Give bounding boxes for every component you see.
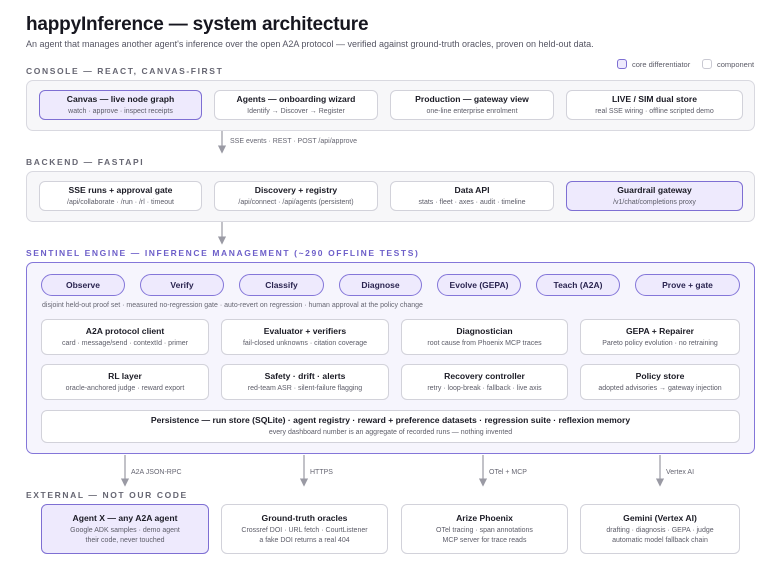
box-title: Arize Phoenix: [456, 512, 513, 523]
backend-sse-box: SSE runs + approval gate /api/collaborat…: [39, 181, 202, 211]
box-subtitle: adopted advisories → gateway injection: [598, 384, 722, 392]
box-title: Diagnostician: [456, 325, 513, 336]
box-title: A2A protocol client: [85, 325, 165, 336]
backend-section-label: BACKEND — FASTAPI: [26, 157, 145, 167]
connector-label-https: HTTPS: [310, 469, 333, 476]
sentinel-policy-store-box: Policy store adopted advisories → gatewa…: [580, 364, 740, 400]
box-title: GEPA + Repairer: [625, 325, 695, 336]
console-canvas-box: Canvas — live node graph watch · approve…: [39, 90, 202, 120]
box-subtitle: watch · approve · inspect receipts: [68, 107, 173, 115]
box-subtitle: red-team ASR · silent-failure flagging: [247, 384, 363, 392]
external-gemini-box: Gemini (Vertex AI) drafting · diagnosis …: [580, 504, 740, 554]
sentinel-persistence-box: Persistence — run store (SQLite) · agent…: [41, 410, 740, 443]
external-section-label: EXTERNAL — NOT OUR CODE: [26, 490, 188, 500]
box-title: Data API: [454, 184, 490, 195]
box-subtitle: every dashboard number is an aggregate o…: [268, 429, 513, 437]
pipeline-prove-gate: Prove + gate: [635, 274, 740, 296]
box-subtitle: Pareto policy evolution · no retraining: [602, 339, 718, 347]
box-subtitle: stats · fleet · axes · audit · timeline: [418, 198, 526, 206]
box-subtitle-2: a fake DOI returns a real 404: [259, 537, 350, 544]
console-section-label: CONSOLE — REACT, CANVAS-FIRST: [26, 66, 224, 76]
box-title: LIVE / SIM dual store: [612, 93, 697, 104]
external-oracles-box: Ground-truth oracles Crossref DOI · URL …: [221, 504, 388, 554]
external-agent-x-box: Agent X — any A2A agent Google ADK sampl…: [41, 504, 209, 554]
box-subtitle: card · message/send · contextId · primer: [61, 339, 189, 347]
box-subtitle: retry · loop-break · fallback · live axi…: [427, 384, 542, 392]
box-subtitle-2: MCP server for trace reads: [442, 537, 527, 544]
box-subtitle: Google ADK samples · demo agent: [70, 526, 180, 534]
box-title: SSE runs + approval gate: [68, 184, 173, 195]
box-title: Discovery + registry: [254, 184, 338, 195]
sentinel-evaluator-box: Evaluator + verifiers fail-closed unknow…: [221, 319, 389, 355]
box-title: Agent X — any A2A agent: [72, 512, 178, 523]
sentinel-section-label: SENTINEL ENGINE — INFERENCE MANAGEMENT (…: [26, 248, 420, 258]
box-subtitle: real SSE wiring · offline scripted demo: [595, 107, 714, 115]
pipeline-observe: Observe: [41, 274, 125, 296]
connector-label-otel: OTel + MCP: [489, 469, 527, 476]
connector-label-a2a: A2A JSON-RPC: [131, 469, 182, 476]
backend-discovery-box: Discovery + registry /api/connect · /api…: [214, 181, 378, 211]
box-subtitle: /v1/chat/completions proxy: [613, 198, 696, 206]
box-title: Guardrail gateway: [617, 184, 692, 195]
pipeline-note: disjoint held-out proof set · measured n…: [42, 302, 423, 309]
pipeline-classify: Classify: [239, 274, 324, 296]
box-subtitle: Crossref DOI · URL fetch · CourtListener: [241, 526, 368, 534]
box-title: Ground-truth oracles: [261, 512, 348, 523]
box-title: Production — gateway view: [415, 93, 529, 104]
box-subtitle: OTel tracing · span annotations: [436, 526, 533, 534]
box-title: Persistence — run store (SQLite) · agent…: [150, 415, 631, 426]
box-title: Recovery controller: [444, 370, 525, 381]
console-production-box: Production — gateway view one-line enter…: [390, 90, 554, 120]
box-title: Canvas — live node graph: [66, 93, 175, 104]
pipeline-verify: Verify: [140, 274, 224, 296]
box-subtitle: drafting · diagnosis · GEPA · judge: [606, 526, 714, 534]
box-subtitle: /api/collaborate · /run · /rl · timeout: [67, 198, 174, 206]
sentinel-gepa-box: GEPA + Repairer Pareto policy evolution …: [580, 319, 740, 355]
console-agents-box: Agents — onboarding wizard Identify → Di…: [214, 90, 378, 120]
box-title: RL layer: [108, 370, 142, 381]
pipeline-teach: Teach (A2A): [536, 274, 620, 296]
box-subtitle: fail-closed unknowns · citation coverage: [242, 339, 368, 347]
box-title: Gemini (Vertex AI): [623, 512, 697, 523]
box-subtitle-2: their code, never touched: [85, 537, 165, 544]
backend-data-api-box: Data API stats · fleet · axes · audit · …: [390, 181, 554, 211]
box-subtitle: /api/connect · /api/agents (persistent): [238, 198, 354, 206]
box-subtitle-2: automatic model fallback chain: [612, 537, 708, 544]
box-subtitle: oracle-anchored judge · reward export: [65, 384, 185, 392]
sentinel-safety-box: Safety · drift · alerts red-team ASR · s…: [221, 364, 389, 400]
box-title: Safety · drift · alerts: [264, 370, 346, 381]
connector-label-vertex: Vertex AI: [666, 469, 695, 476]
box-title: Policy store: [635, 370, 685, 381]
pipeline-evolve: Evolve (GEPA): [437, 274, 521, 296]
box-title: Agents — onboarding wizard: [236, 93, 356, 104]
external-phoenix-box: Arize Phoenix OTel tracing · span annota…: [401, 504, 568, 554]
console-live-sim-box: LIVE / SIM dual store real SSE wiring · …: [566, 90, 743, 120]
box-subtitle: one-line enterprise enrolment: [426, 107, 518, 115]
sentinel-diagnostician-box: Diagnostician root cause from Phoenix MC…: [401, 319, 568, 355]
box-title: Evaluator + verifiers: [263, 325, 347, 336]
box-subtitle: root cause from Phoenix MCP traces: [427, 339, 542, 347]
box-subtitle: Identify → Discover → Register: [247, 107, 345, 115]
console-backend-link-label: SSE events · REST · POST /api/approve: [230, 138, 357, 145]
sentinel-recovery-box: Recovery controller retry · loop-break ·…: [401, 364, 568, 400]
sentinel-a2a-client-box: A2A protocol client card · message/send …: [41, 319, 209, 355]
pipeline-diagnose: Diagnose: [339, 274, 422, 296]
backend-guardrail-box: Guardrail gateway /v1/chat/completions p…: [566, 181, 743, 211]
sentinel-rl-layer-box: RL layer oracle-anchored judge · reward …: [41, 364, 209, 400]
